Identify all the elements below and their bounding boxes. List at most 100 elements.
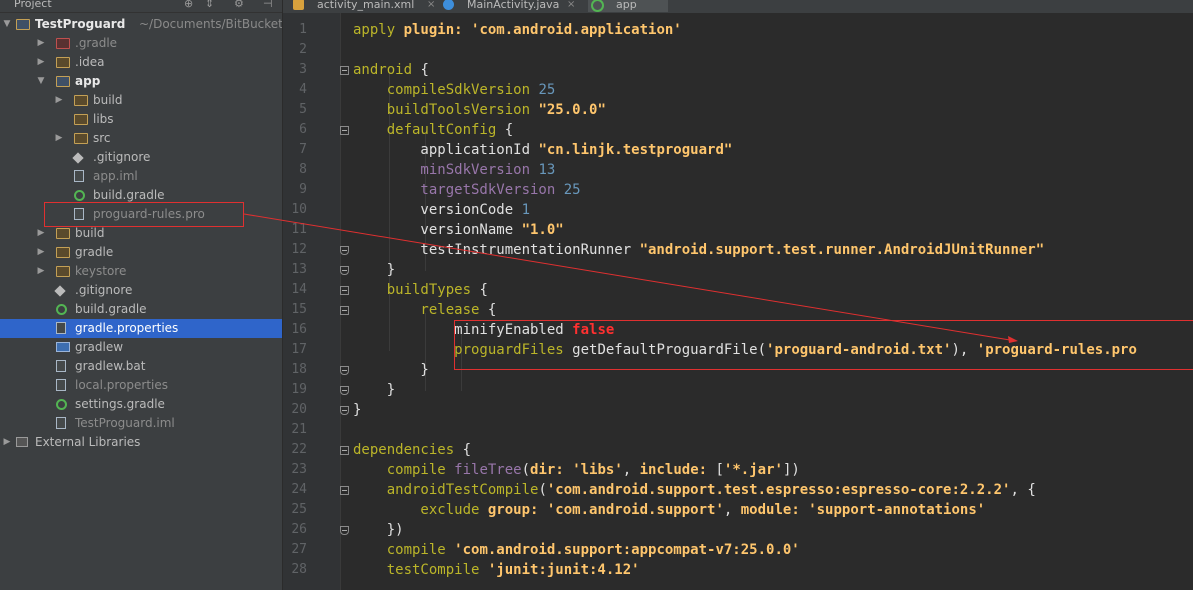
fold-marker-icon[interactable]	[340, 66, 349, 75]
fold-marker-icon[interactable]	[340, 486, 349, 495]
tree-item[interactable]: ▶ .idea	[0, 53, 282, 72]
tree-item[interactable]: .gitignore	[0, 148, 282, 167]
code-line[interactable]: androidTestCompile('com.android.support.…	[353, 480, 1036, 500]
code-line[interactable]: minSdkVersion 13	[353, 160, 555, 180]
tree-item[interactable]: build.gradle	[0, 300, 282, 319]
collapse-icon[interactable]: ⇕	[205, 0, 214, 9]
tree-item[interactable]: ▼ app	[0, 72, 282, 91]
code-line[interactable]: compile 'com.android.support:appcompat-v…	[353, 540, 800, 560]
fold-marker-icon[interactable]	[340, 386, 349, 395]
gradle-icon	[74, 190, 85, 201]
line-number: 7	[299, 142, 307, 157]
code-line[interactable]: testCompile 'junit:junit:4.12'	[353, 560, 640, 580]
tree-item[interactable]: ▶ External Libraries	[0, 433, 282, 452]
gradle-icon	[56, 399, 67, 410]
code-line[interactable]: exclude group: 'com.android.support', mo…	[353, 500, 985, 520]
tree-item[interactable]: libs	[0, 110, 282, 129]
close-icon[interactable]: ×	[427, 0, 435, 12]
tree-item[interactable]: ▼ TestProguard ~/Documents/BitBucket/Te	[0, 15, 282, 34]
code-token: {	[504, 122, 514, 138]
code-line[interactable]: testInstrumentationRunner "android.suppo…	[353, 240, 1044, 260]
code-line[interactable]: compileSdkVersion 25	[353, 80, 556, 100]
chevron-down-icon[interactable]: ▼	[2, 15, 12, 34]
project-panel: Project ⊕ ⇕ ⚙ ⊣ ▼ TestProguard ~/Documents…	[0, 0, 282, 590]
code-line[interactable]: versionName "1.0"	[353, 220, 564, 240]
line-number: 28	[291, 562, 307, 577]
tree-item[interactable]: ▶ keystore	[0, 262, 282, 281]
code-editor[interactable]: apply plugin: 'com.android.application' a…	[353, 13, 1193, 590]
tree-item[interactable]: local.properties	[0, 376, 282, 395]
line-number: 3	[299, 62, 307, 77]
line-number: 11	[291, 222, 307, 237]
code-token: exclude	[353, 502, 488, 518]
tree-item[interactable]: settings.gradle	[0, 395, 282, 414]
tree-item[interactable]: ▶ gradle	[0, 243, 282, 262]
tree-item[interactable]: ▶ build	[0, 91, 282, 110]
fold-marker-icon[interactable]	[340, 286, 349, 295]
tree-item[interactable]: gradle.properties	[0, 319, 282, 338]
line-number: 24	[291, 482, 307, 497]
code-line[interactable]: }	[353, 380, 395, 400]
tree-item[interactable]: ▶ src	[0, 129, 282, 148]
tab-activity-main[interactable]: activity_main.xml ×	[293, 0, 443, 12]
line-number: 4	[299, 82, 307, 97]
code-line[interactable]: })	[353, 520, 404, 540]
fold-marker-icon[interactable]	[340, 246, 349, 255]
git-ignore-icon	[54, 285, 66, 297]
code-line[interactable]: android {	[353, 60, 429, 80]
tree-item[interactable]: TestProguard.iml	[0, 414, 282, 433]
fold-marker-icon[interactable]	[340, 306, 349, 315]
close-icon[interactable]: ×	[567, 0, 575, 12]
code-token: group:	[487, 502, 547, 518]
chevron-right-icon[interactable]: ▶	[36, 53, 46, 72]
tree-item[interactable]: app.iml	[0, 167, 282, 186]
chevron-right-icon[interactable]: ▶	[54, 129, 64, 148]
code-line[interactable]: apply plugin: 'com.android.application'	[353, 20, 682, 40]
tree-item[interactable]: ▶ .gradle	[0, 34, 282, 53]
fold-marker-icon[interactable]	[340, 266, 349, 275]
fold-marker-icon[interactable]	[340, 446, 349, 455]
code-line[interactable]: defaultConfig {	[353, 120, 513, 140]
line-number: 26	[291, 522, 307, 537]
tree-item-label: TestProguard.iml	[75, 416, 175, 430]
code-line[interactable]: release {	[353, 300, 496, 320]
code-line[interactable]: buildToolsVersion "25.0.0"	[353, 100, 606, 120]
code-token: ,	[723, 502, 741, 518]
code-token: 25	[538, 82, 556, 98]
tab-app[interactable]: app	[588, 0, 668, 12]
code-token: 'junit:junit:4.12'	[487, 562, 640, 578]
gear-icon[interactable]: ⚙	[234, 0, 244, 9]
code-line[interactable]: buildTypes {	[353, 280, 488, 300]
code-line[interactable]: dependencies {	[353, 440, 471, 460]
tree-item-label: local.properties	[75, 378, 169, 392]
fold-marker-icon[interactable]	[340, 526, 349, 535]
project-panel-title[interactable]: Project	[14, 0, 52, 9]
code-line[interactable]: }	[353, 400, 361, 420]
code-token: }	[353, 382, 396, 398]
tree-item[interactable]: gradlew	[0, 338, 282, 357]
chevron-right-icon[interactable]: ▶	[36, 243, 46, 262]
fold-marker-icon[interactable]	[340, 126, 349, 135]
code-line[interactable]: }	[353, 360, 428, 380]
annotation-box-proguard-file	[44, 202, 244, 227]
code-token: "1.0"	[521, 222, 564, 238]
code-line[interactable]: compile fileTree(dir: 'libs', include: […	[353, 460, 800, 480]
code-line[interactable]: targetSdkVersion 25	[353, 180, 580, 200]
chevron-right-icon[interactable]: ▶	[2, 433, 12, 452]
code-line[interactable]: versionCode 1	[353, 200, 530, 220]
line-number: 22	[291, 442, 307, 457]
tree-item[interactable]: gradlew.bat	[0, 357, 282, 376]
hide-panel-icon[interactable]: ⊣	[263, 0, 273, 9]
tree-item-label: .gitignore	[75, 283, 133, 297]
code-line[interactable]: applicationId "cn.linjk.testproguard"	[353, 140, 732, 160]
chevron-right-icon[interactable]: ▶	[36, 34, 46, 53]
tab-main-activity[interactable]: MainActivity.java ×	[443, 0, 583, 12]
sync-icon[interactable]: ⊕	[184, 0, 193, 9]
fold-marker-icon[interactable]	[340, 366, 349, 375]
chevron-right-icon[interactable]: ▶	[36, 262, 46, 281]
code-line[interactable]: }	[353, 260, 395, 280]
chevron-right-icon[interactable]: ▶	[54, 91, 64, 110]
tree-item[interactable]: .gitignore	[0, 281, 282, 300]
fold-marker-icon[interactable]	[340, 406, 349, 415]
chevron-down-icon[interactable]: ▼	[36, 72, 46, 91]
